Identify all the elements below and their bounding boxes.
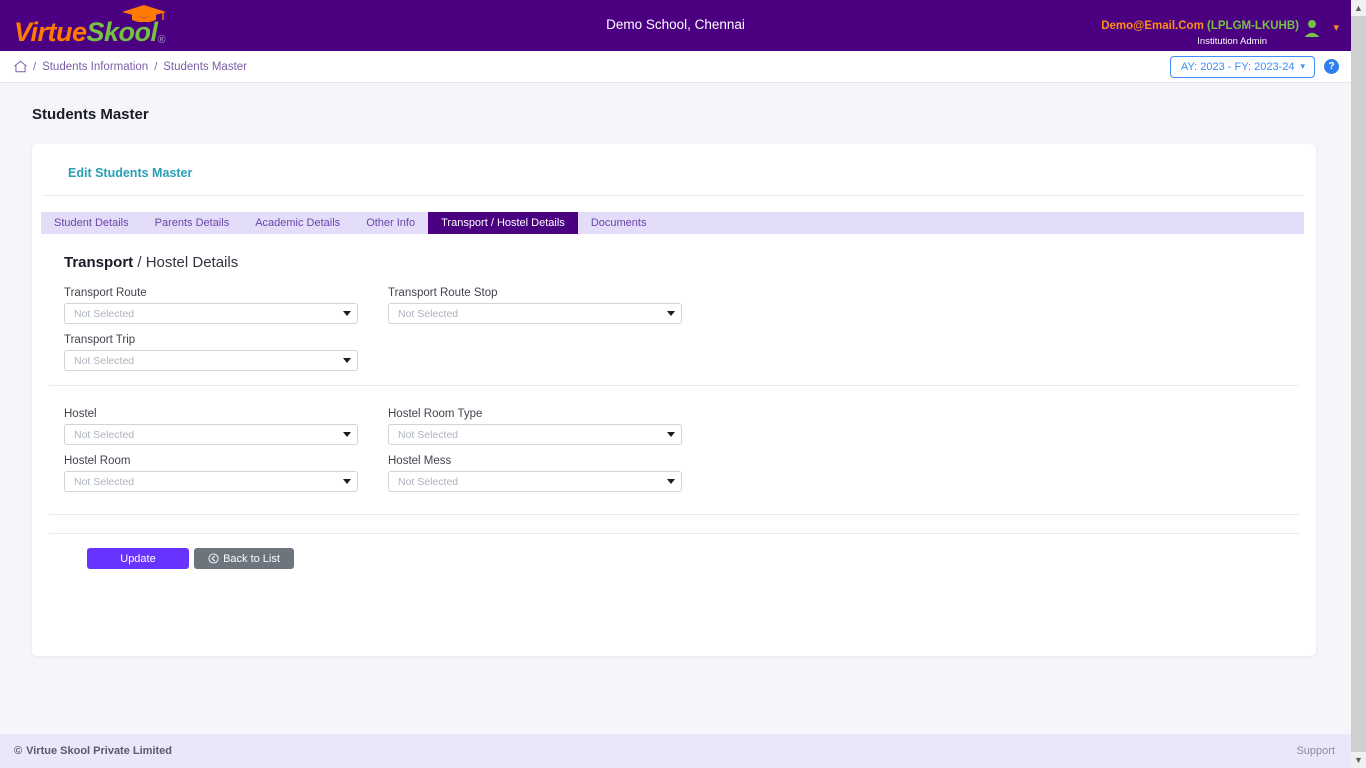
dropdown-caret-icon [667, 432, 675, 437]
card-header: Edit Students Master [44, 144, 1304, 196]
hostel-field-grid: Hostel Not Selected Hostel Room Type Not Se… [49, 408, 1299, 492]
section-title-bold: Transport [64, 254, 134, 271]
label-hostel-room-type: Hostel Room Type [388, 408, 483, 420]
academic-year-label: AY: 2023 - FY: 2023-24 [1180, 60, 1295, 73]
label-transport-route: Transport Route [64, 287, 147, 299]
page-footer: © Virtue Skool Private Limited Support [0, 734, 1351, 768]
copyright-icon: © [14, 745, 23, 757]
chevron-down-icon: ▼ [1354, 754, 1363, 765]
user-email-label: Demo@Email.Com [1101, 20, 1204, 32]
label-hostel-room: Hostel Room [64, 455, 131, 467]
top-header-bar: VirtueSkool® Demo School, Chennai Demo@E… [0, 0, 1351, 51]
field-hostel: Hostel Not Selected [64, 408, 358, 445]
breadcrumb-bar: / Students Information / Students Master… [0, 51, 1351, 83]
field-hostel-room: Hostel Room Not Selected [64, 455, 358, 492]
dropdown-caret-icon [343, 479, 351, 484]
select-transport-route-stop[interactable]: Not Selected [388, 303, 682, 324]
user-avatar-icon[interactable] [1303, 19, 1321, 37]
form-actions: Update Back to List [49, 533, 1299, 569]
select-hostel-mess[interactable]: Not Selected [388, 471, 682, 492]
dropdown-caret-icon [343, 432, 351, 437]
select-hostel-room-type[interactable]: Not Selected [388, 424, 682, 445]
support-link[interactable]: Support [1296, 745, 1335, 757]
dropdown-caret-icon [667, 479, 675, 484]
select-value-hostel-mess: Not Selected [398, 475, 459, 488]
chevron-down-icon[interactable]: ▾ [1333, 21, 1339, 34]
back-to-list-button[interactable]: Back to List [194, 548, 294, 569]
tab-parents-details[interactable]: Parents Details [142, 212, 243, 234]
field-transport-trip: Transport Trip Not Selected [64, 334, 358, 371]
app-viewport: VirtueSkool® Demo School, Chennai Demo@E… [0, 0, 1366, 768]
select-value-transport-route-stop: Not Selected [398, 307, 459, 320]
edit-students-master-link[interactable]: Edit Students Master [68, 166, 192, 180]
dropdown-caret-icon [343, 358, 351, 363]
tab-bar: Student Details Parents Details Academic D… [41, 212, 1304, 234]
field-transport-route: Transport Route Not Selected [64, 287, 358, 324]
field-hostel-room-type: Hostel Room Type Not Selected [388, 408, 682, 445]
label-hostel: Hostel [64, 408, 97, 420]
academic-year-selector[interactable]: AY: 2023 - FY: 2023-24 ▾ [1169, 55, 1315, 78]
user-code-label: (LPLGM-LKUHB) [1207, 20, 1299, 32]
tab-student-details[interactable]: Student Details [41, 212, 142, 234]
page-title: Students Master [32, 106, 149, 123]
copyright-label: Virtue Skool Private Limited [26, 745, 173, 757]
transport-details-panel: Transport Route Not Selected Transport Rou… [49, 287, 1299, 386]
select-hostel[interactable]: Not Selected [64, 424, 358, 445]
back-to-list-label: Back to List [223, 552, 280, 565]
label-hostel-mess: Hostel Mess [388, 455, 452, 467]
chevron-up-icon: ▲ [1354, 2, 1363, 13]
breadcrumb-item-students-master[interactable]: Students Master [163, 61, 247, 73]
select-hostel-room[interactable]: Not Selected [64, 471, 358, 492]
scrollbar-up-button[interactable]: ▲ [1351, 0, 1366, 16]
tab-transport-hostel-details[interactable]: Transport / Hostel Details [428, 212, 578, 234]
select-transport-route[interactable]: Not Selected [64, 303, 358, 324]
help-icon-glyph: ? [1328, 61, 1335, 72]
breadcrumb-actions: AY: 2023 - FY: 2023-24 ▾ ? [1169, 55, 1339, 78]
section-title: Transport / Hostel Details [32, 234, 1316, 271]
transport-field-grid: Transport Route Not Selected Transport Rou… [49, 287, 1299, 371]
logo-registered-mark: ® [157, 34, 166, 46]
tab-other-info[interactable]: Other Info [353, 212, 428, 234]
scrollbar-down-button[interactable]: ▼ [1351, 752, 1366, 768]
tab-academic-details[interactable]: Academic Details [242, 212, 353, 234]
section-title-rest: / Hostel Details [133, 254, 239, 271]
select-value-hostel: Not Selected [74, 428, 135, 441]
back-circle-arrow-icon [208, 553, 219, 564]
select-value-transport-route: Not Selected [74, 307, 135, 320]
hostel-details-panel: Hostel Not Selected Hostel Room Type Not Se… [49, 408, 1299, 515]
breadcrumb-separator-1: / [33, 60, 37, 73]
tab-documents[interactable]: Documents [578, 212, 660, 234]
label-transport-trip: Transport Trip [64, 334, 136, 346]
chevron-down-icon: ▾ [1300, 61, 1305, 71]
select-value-hostel-room-type: Not Selected [398, 428, 459, 441]
dropdown-caret-icon [343, 311, 351, 316]
select-transport-trip[interactable]: Not Selected [64, 350, 358, 371]
field-transport-route-stop: Transport Route Stop Not Selected [388, 287, 682, 324]
update-button[interactable]: Update [87, 548, 189, 569]
user-role-label: Institution Admin [1197, 35, 1267, 47]
select-value-hostel-room: Not Selected [74, 475, 135, 488]
user-info-block[interactable]: Demo@Email.Com (LPLGM-LKUHB) Institution… [1101, 20, 1299, 47]
breadcrumb-separator-2: / [154, 60, 158, 73]
form-card: Edit Students Master Student Details Pare… [32, 144, 1316, 656]
breadcrumb: / Students Information / Students Master [14, 60, 247, 73]
breadcrumb-item-students-information[interactable]: Students Information [42, 61, 148, 73]
page-scrollbar[interactable]: ▲ ▼ [1351, 0, 1366, 768]
home-icon[interactable] [14, 60, 27, 73]
label-transport-route-stop: Transport Route Stop [388, 287, 498, 299]
main-content-area: Students Master Edit Students Master Stu… [0, 83, 1351, 734]
page-root: VirtueSkool® Demo School, Chennai Demo@E… [0, 0, 1351, 768]
help-icon[interactable]: ? [1324, 59, 1339, 74]
field-hostel-mess: Hostel Mess Not Selected [388, 455, 682, 492]
copyright-text: © Virtue Skool Private Limited [14, 745, 172, 757]
dropdown-caret-icon [667, 311, 675, 316]
select-value-transport-trip: Not Selected [74, 354, 135, 367]
